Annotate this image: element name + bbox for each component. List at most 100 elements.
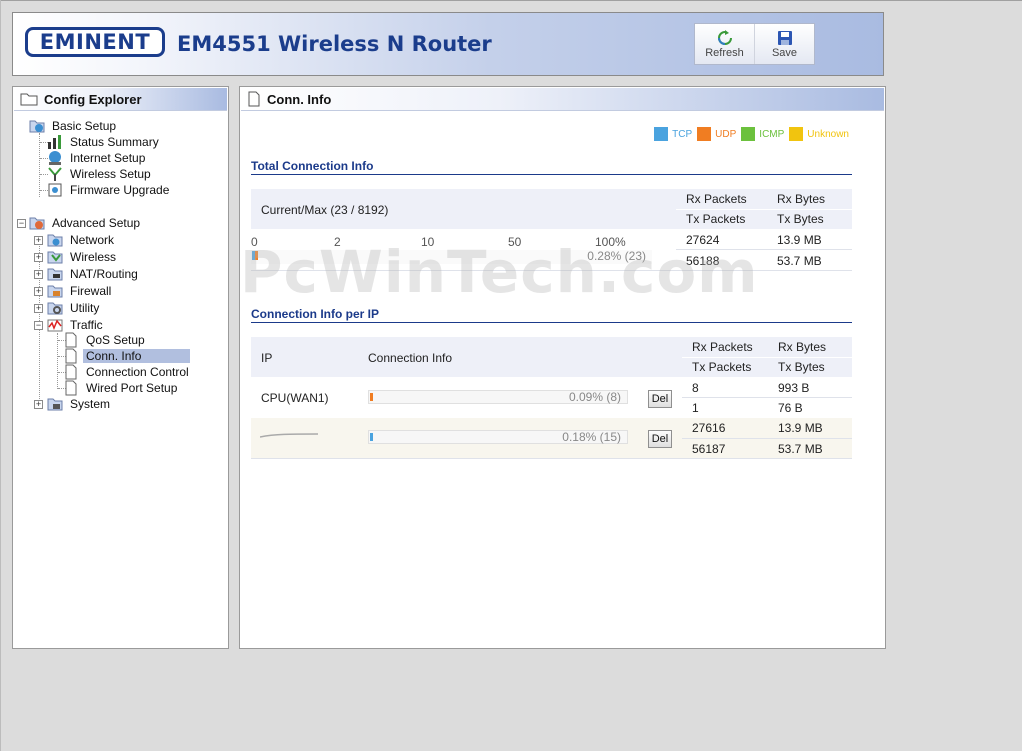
expand-system[interactable]: + xyxy=(34,400,43,409)
rx-packets-header: Rx Packets xyxy=(686,192,747,206)
header-divider xyxy=(682,357,852,358)
row-divider xyxy=(251,270,852,271)
ip-rx-bytes: 993 B xyxy=(778,381,810,395)
tree-system[interactable]: System xyxy=(47,396,113,412)
tree-firewall[interactable]: Firewall xyxy=(47,283,114,299)
tree-wired-port-setup[interactable]: Wired Port Setup xyxy=(63,380,180,396)
delete-button[interactable]: Del xyxy=(648,390,672,408)
tree-conn-info[interactable]: Conn. Info xyxy=(63,348,190,364)
refresh-label: Refresh xyxy=(705,46,744,59)
refresh-button[interactable]: Refresh xyxy=(695,24,754,64)
total-rx-bytes: 13.9 MB xyxy=(777,233,822,247)
delete-button[interactable]: Del xyxy=(648,430,672,448)
ip-usage-text: 0.18% (15) xyxy=(562,430,621,444)
page-icon xyxy=(65,332,77,348)
advanced-folder-icon xyxy=(29,217,45,230)
legend-udp: UDP xyxy=(715,128,737,140)
conn-info-title: Conn. Info xyxy=(267,91,332,107)
tree-firmware-upgrade[interactable]: Firmware Upgrade xyxy=(47,182,172,198)
tree-connection-control[interactable]: Connection Control xyxy=(63,364,192,380)
ip-usage-fill xyxy=(370,393,373,401)
redacted-ip xyxy=(260,433,319,438)
udp-swatch xyxy=(697,127,712,141)
ip-tx-bytes: 76 B xyxy=(778,401,803,415)
ip-tx-packets: 1 xyxy=(692,401,699,415)
collapse-advanced-setup[interactable]: − xyxy=(17,219,26,228)
tree-nat-routing[interactable]: NAT/Routing xyxy=(47,266,141,282)
ip-address: CPU(WAN1) xyxy=(261,391,329,405)
network-icon xyxy=(47,234,63,247)
unknown-swatch xyxy=(789,127,804,141)
ip-usage-text: 0.09% (8) xyxy=(568,390,621,404)
page-icon xyxy=(65,380,77,396)
tree-internet-setup[interactable]: Internet Setup xyxy=(47,150,148,166)
routing-icon xyxy=(47,268,63,281)
tree-qos-setup[interactable]: QoS Setup xyxy=(63,332,148,348)
ip-usage-bar: 0.18% (15) xyxy=(368,430,628,444)
legend-unknown: Unknown xyxy=(807,128,849,140)
ip-rx-packets: 8 xyxy=(692,381,699,395)
expand-utility[interactable]: + xyxy=(34,304,43,313)
ip-rx-bytes: 13.9 MB xyxy=(778,421,823,435)
header-divider xyxy=(676,209,852,210)
product-title: EM4551 Wireless N Router xyxy=(177,32,492,56)
system-icon xyxy=(47,398,63,411)
per-ip-title: Connection Info per IP xyxy=(251,307,852,323)
ip-tx-bytes-header: Tx Bytes xyxy=(778,360,825,374)
wireless-icon xyxy=(48,167,62,181)
save-label: Save xyxy=(771,46,798,59)
row-divider xyxy=(682,397,852,398)
page-icon xyxy=(65,364,77,380)
row-divider xyxy=(676,249,852,250)
icmp-swatch xyxy=(741,127,756,141)
ip-usage-bar: 0.09% (8) xyxy=(368,390,628,404)
window-top-border xyxy=(0,0,1022,1)
collapse-traffic[interactable]: − xyxy=(34,321,43,330)
refresh-icon xyxy=(717,29,732,45)
row-divider xyxy=(251,458,852,459)
tree-advanced-setup[interactable]: Advanced Setup xyxy=(29,215,143,231)
current-max-label: Current/Max (23 / 8192) xyxy=(261,203,389,217)
tx-packets-header: Tx Packets xyxy=(686,212,746,226)
config-explorer-title: Config Explorer xyxy=(44,91,142,107)
page-icon xyxy=(65,348,77,364)
expand-nat-routing[interactable]: + xyxy=(34,270,43,279)
config-explorer-panel: Config Explorer Basic Setup Status Summa… xyxy=(12,86,229,649)
ip-rx-packets: 27616 xyxy=(692,421,726,435)
tree-wireless-setup[interactable]: Wireless Setup xyxy=(47,166,154,182)
scale-2: 2 xyxy=(334,235,341,249)
tree-basic-setup[interactable]: Basic Setup xyxy=(29,118,119,134)
total-udp-fill xyxy=(255,251,258,260)
ip-usage-fill xyxy=(370,433,373,441)
header-toolbar: Refresh Save xyxy=(694,23,815,65)
traffic-icon xyxy=(47,319,63,332)
app-header: EMINENT EM4551 Wireless N Router Refresh… xyxy=(12,12,884,76)
ip-rx-packets-header: Rx Packets xyxy=(692,340,753,354)
save-button[interactable]: Save xyxy=(754,24,814,64)
tree-traffic[interactable]: Traffic xyxy=(47,317,106,333)
tcp-swatch xyxy=(654,127,669,141)
expand-network[interactable]: + xyxy=(34,236,43,245)
ip-tx-bytes: 53.7 MB xyxy=(778,442,823,456)
rx-bytes-header: Rx Bytes xyxy=(777,192,826,206)
chart-icon xyxy=(48,135,61,149)
expand-wireless[interactable]: + xyxy=(34,253,43,262)
scale-10: 10 xyxy=(421,235,435,249)
expand-firewall[interactable]: + xyxy=(34,287,43,296)
page-icon xyxy=(248,91,260,107)
tree-utility[interactable]: Utility xyxy=(47,300,102,316)
legend-tcp: TCP xyxy=(672,128,693,140)
tree-guide xyxy=(57,333,58,389)
tree-wireless[interactable]: Wireless xyxy=(47,249,119,265)
row-divider xyxy=(682,438,852,439)
conn-info-header: Conn. Info xyxy=(241,88,884,111)
firewall-icon xyxy=(47,285,63,298)
eminent-logo: EMINENT xyxy=(25,27,165,57)
globe-folder-icon xyxy=(29,120,45,133)
tree-network[interactable]: Network xyxy=(47,232,117,248)
protocol-legend: TCP UDP ICMP Unknown xyxy=(649,127,849,141)
tree-status-summary[interactable]: Status Summary xyxy=(47,134,162,150)
wireless-folder-icon xyxy=(47,251,63,264)
conn-info-panel: Conn. Info TCP UDP ICMP Unknown Total Co… xyxy=(239,86,886,649)
utility-icon xyxy=(47,302,63,315)
